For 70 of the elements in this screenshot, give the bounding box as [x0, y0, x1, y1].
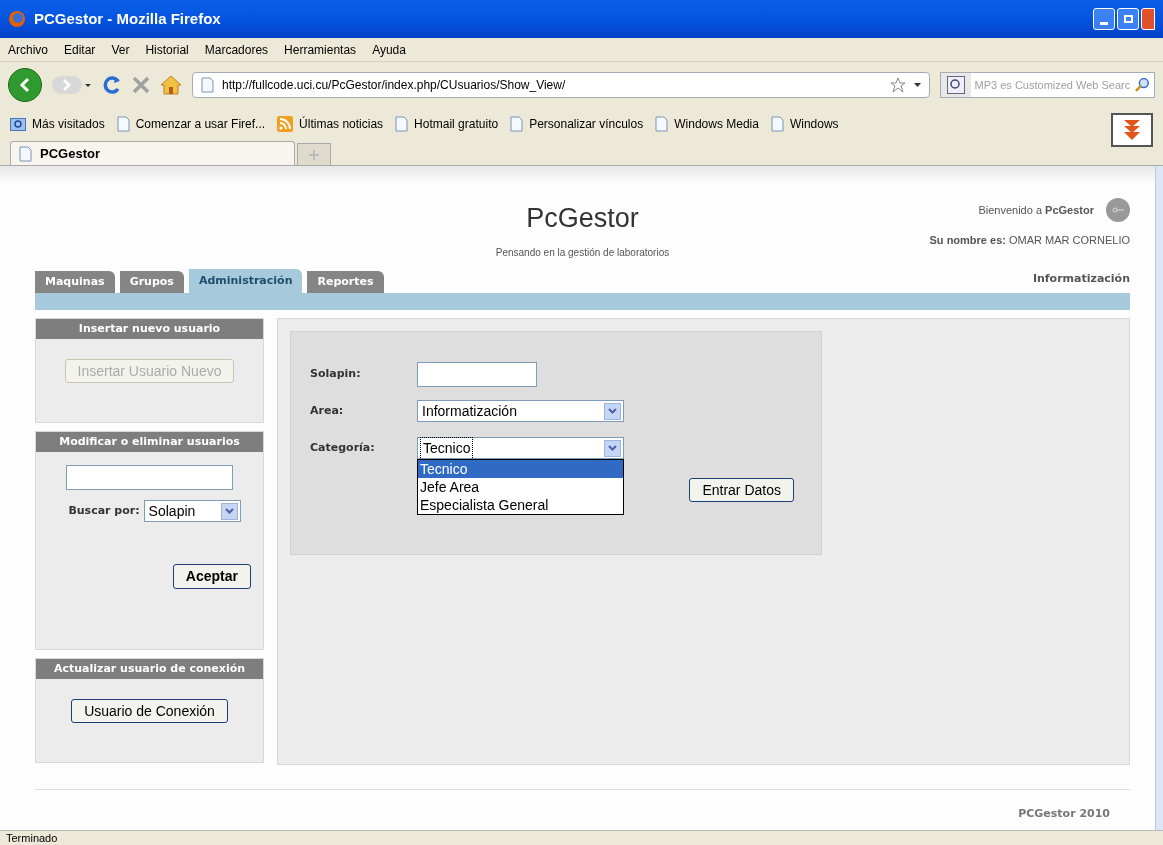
bookmark-link[interactable]: Últimas noticias [299, 115, 384, 133]
browser-logo-icon [8, 10, 26, 28]
star-icon[interactable] [890, 77, 906, 93]
dropdown-option[interactable]: Especialista General [418, 496, 623, 514]
browser-tab[interactable]: PCGestor [10, 141, 295, 165]
page-icon [116, 116, 130, 132]
panel-header: Insertar nuevo usuario [36, 319, 263, 339]
area-label: Informatización [1032, 270, 1130, 287]
site-title: PcGestor [526, 202, 639, 235]
panel-header: Modificar o eliminar usuarios [36, 432, 263, 452]
menu-item[interactable]: Herramientas [284, 40, 357, 59]
page-icon [770, 116, 784, 132]
stop-icon[interactable] [132, 76, 150, 94]
welcome-text: Bienvenido a PcGestor [978, 202, 1094, 218]
feed-icon [277, 116, 294, 132]
select-field[interactable]: Informatización [417, 400, 624, 422]
menu-item[interactable]: Marcadores [204, 40, 269, 59]
user-name-text: Su nombre es: OMAR MAR CORNELIO [929, 233, 1130, 248]
home-icon[interactable] [160, 75, 182, 95]
site-subtitle: Pensando en la gestión de laboratorios [495, 245, 670, 260]
window-title: PCGestor - Mozilla Firefox [34, 8, 221, 29]
chevrons-down-icon[interactable] [1123, 119, 1141, 141]
minimize-button[interactable] [1093, 8, 1115, 30]
bookmark-link[interactable]: Windows Media [674, 115, 759, 133]
logout-button[interactable] [1106, 198, 1130, 222]
page-icon [655, 116, 669, 132]
text-input[interactable] [417, 361, 537, 387]
page-icon [201, 77, 214, 93]
footer-text: PCGestor 2010 [1018, 806, 1110, 822]
dropdown-option[interactable]: Tecnico [418, 460, 623, 478]
search-input[interactable] [66, 465, 233, 490]
dropdown-option[interactable]: Jefe Area [418, 478, 623, 496]
select-field[interactable]: Tecnico [417, 437, 624, 459]
page-icon [395, 116, 409, 132]
field-label: Solapin: [310, 365, 362, 382]
field-label: Categoría: [310, 439, 376, 456]
panel-header: Actualizar usuario de conexión [36, 659, 263, 679]
bookmark-link[interactable]: Personalizar vínculos [529, 115, 644, 133]
nav-tab[interactable]: Reportes [307, 271, 384, 293]
nav-tab[interactable]: Grupos [119, 271, 184, 293]
back-button[interactable] [8, 68, 42, 102]
bookmark-link[interactable]: Más visitados [32, 115, 105, 133]
restore-button[interactable] [1117, 8, 1139, 30]
download-button[interactable] [1111, 113, 1153, 147]
dropdown-arrow-icon[interactable] [914, 83, 921, 87]
search-folder-icon [10, 117, 26, 131]
menu-item[interactable]: Editar [64, 40, 96, 59]
panel-button[interactable]: Usuario de Conexión [71, 699, 228, 723]
accept-button[interactable]: Aceptar [172, 564, 251, 589]
address-field[interactable]: http://fullcode.uci.cu/PcGestor/index.php/CUsuarios/Show_View/ [192, 72, 930, 98]
nav-tab[interactable]: Maquinas [35, 271, 115, 293]
bookmark-link[interactable]: Comenzar a usar Firef... [135, 115, 266, 133]
search-by-select[interactable]: Solapin [143, 500, 241, 522]
menu-item[interactable]: Ayuda [372, 40, 406, 59]
nav-tab[interactable]: Administración [188, 269, 303, 293]
menu-item[interactable]: Archivo [8, 40, 48, 59]
search-engine-icon[interactable] [946, 76, 965, 94]
menu-item[interactable]: Historial [145, 40, 189, 59]
bookmark-link[interactable]: Windows [789, 115, 839, 133]
page-icon [19, 145, 32, 162]
submit-button[interactable]: Entrar Datos [689, 478, 794, 502]
bookmark-link[interactable]: Hotmail gratuito [414, 115, 499, 133]
reload-icon[interactable] [102, 75, 122, 95]
close-button[interactable] [1141, 8, 1155, 30]
search-by-label: Buscar por: [68, 502, 140, 519]
menu-item[interactable]: Ver [111, 40, 130, 59]
field-label: Area: [310, 402, 345, 419]
search-icon[interactable] [1134, 77, 1150, 93]
status-text: Terminado [6, 830, 58, 845]
page-icon [510, 116, 524, 132]
